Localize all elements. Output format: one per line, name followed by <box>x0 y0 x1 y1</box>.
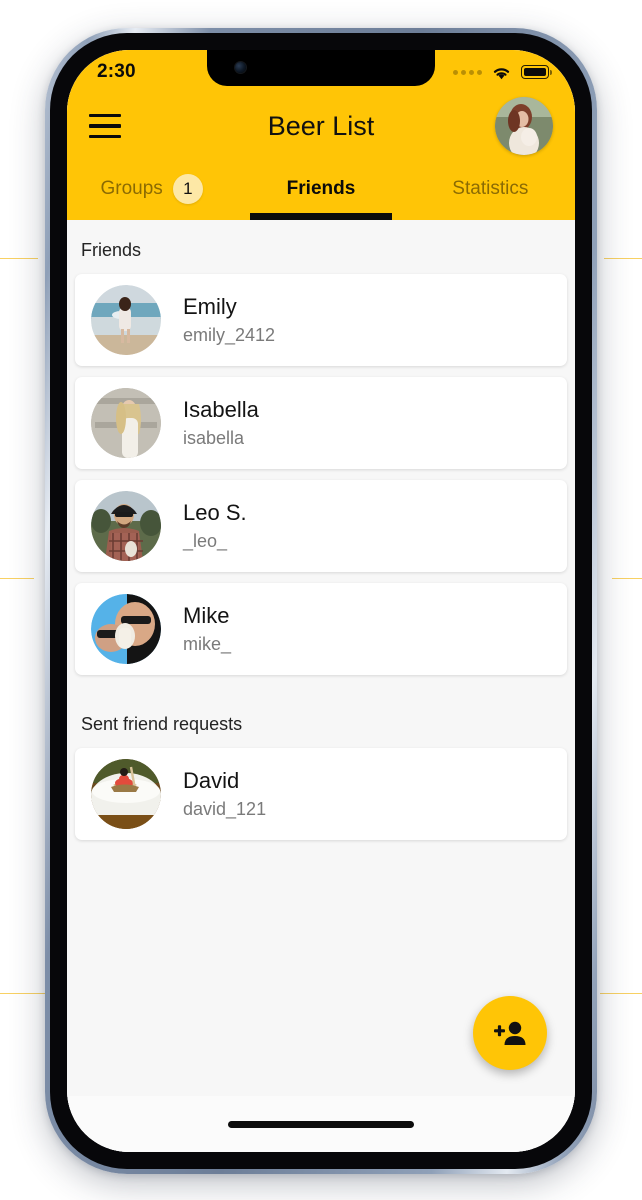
front-camera-icon <box>235 62 246 73</box>
friend-handle: _leo_ <box>183 531 228 551</box>
list-item[interactable]: Isabella isabella <box>75 377 567 469</box>
tab-friends[interactable]: Friends <box>236 158 405 220</box>
background-guide-line <box>0 578 34 579</box>
list-item-text: Isabella isabella <box>183 397 259 449</box>
tab-bar: Groups 1 Friends Statistics <box>67 158 575 220</box>
list-item-text: Emily emily_2412 <box>183 294 275 346</box>
friend-handle: mike_ <box>183 634 232 654</box>
home-indicator-area <box>67 1096 575 1152</box>
list-item[interactable]: Mike mike_ <box>75 583 567 675</box>
friend-name: Leo S. <box>183 500 247 525</box>
status-indicators <box>453 65 553 80</box>
friend-name: Mike <box>183 603 230 628</box>
list-item[interactable]: Leo S. _leo_ <box>75 480 567 572</box>
list-item[interactable]: David david_121 <box>75 748 567 840</box>
tab-friends-label: Friends <box>286 178 356 199</box>
add-friend-button[interactable] <box>473 996 547 1070</box>
tab-statistics-label: Statistics <box>452 178 529 199</box>
app-container: 2:30 Beer List Groups 1 Friends Statisti… <box>67 50 575 1152</box>
home-indicator[interactable] <box>228 1120 414 1128</box>
tab-statistics[interactable]: Statistics <box>406 158 575 220</box>
signal-dots-icon <box>453 69 482 75</box>
avatar <box>91 594 161 664</box>
app-header: 2:30 Beer List Groups 1 Friends Statisti… <box>67 50 575 220</box>
section-title-friends: Friends <box>81 240 142 260</box>
avatar[interactable] <box>495 97 553 155</box>
list-item-text: Mike mike_ <box>183 603 231 655</box>
list-item-text: David david_121 <box>183 768 266 820</box>
friend-handle: david_121 <box>183 799 267 819</box>
tab-groups-label: Groups <box>100 178 163 199</box>
friend-name: David <box>183 768 240 793</box>
device-notch <box>207 50 435 86</box>
person-add-icon <box>494 1021 526 1045</box>
tab-groups-badge: 1 <box>172 174 203 204</box>
phone-screen: 2:30 Beer List Groups 1 Friends Statisti… <box>67 50 575 1152</box>
avatar <box>91 491 161 561</box>
friend-name: Emily <box>183 294 237 319</box>
friend-name: Isabella <box>183 397 259 422</box>
friend-handle: emily_2412 <box>183 325 276 345</box>
tab-groups[interactable]: Groups 1 <box>67 158 236 220</box>
hamburger-menu-icon[interactable] <box>89 104 135 148</box>
wifi-icon <box>493 67 510 79</box>
list-item-text: Leo S. _leo_ <box>183 500 247 552</box>
section-title-sent-requests: Sent friend requests <box>81 714 243 734</box>
avatar <box>91 285 161 355</box>
phone-bezel: 2:30 Beer List Groups 1 Friends Statisti… <box>50 33 592 1169</box>
background-guide-line <box>612 578 642 579</box>
status-time: 2:30 <box>97 61 136 82</box>
navigation-bar: Beer List <box>67 94 575 158</box>
phone-frame: 2:30 Beer List Groups 1 Friends Statisti… <box>45 28 597 1174</box>
avatar <box>91 388 161 458</box>
background-guide-line <box>604 258 642 259</box>
avatar-image <box>495 97 553 155</box>
friends-list-body[interactable]: Friends Emily emily_2412 Isabella isabel… <box>67 220 575 1152</box>
avatar <box>91 759 161 829</box>
background-guide-line <box>0 258 38 259</box>
screenshot-root: 2:30 Beer List Groups 1 Friends Statisti… <box>0 0 642 1200</box>
background-guide-line <box>600 993 642 994</box>
list-item[interactable]: Emily emily_2412 <box>75 274 567 366</box>
friend-handle: isabella <box>183 428 245 448</box>
battery-full-icon <box>521 65 553 79</box>
